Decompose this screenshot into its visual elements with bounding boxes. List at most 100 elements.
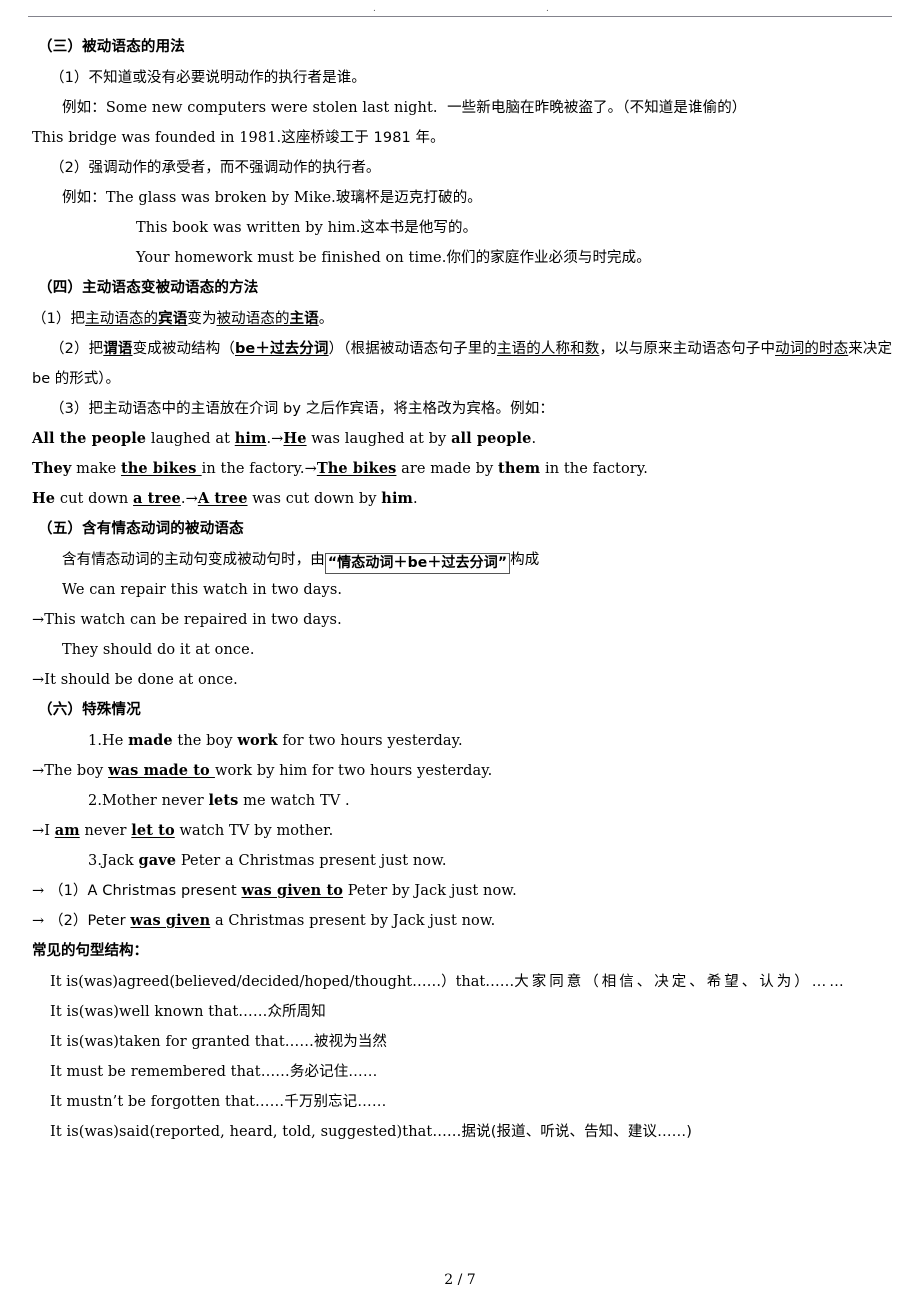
special-case-3-result-2: → （2）Peter was given a Christmas present…	[28, 906, 892, 936]
example-en-5: Your homework must be finished on time.	[136, 250, 447, 266]
pattern-line-6: It is(was)said(reported, heard, told, su…	[28, 1117, 892, 1147]
ex-a-text-8: .	[531, 431, 537, 447]
example-line-4: This book was written by him.这本书是他写的。	[28, 213, 892, 243]
case-1-result-boldunder: was made to	[108, 762, 215, 779]
ex-b-boldunder-5: The bikes	[316, 460, 397, 477]
ex-b-text-8: in the factory.	[540, 461, 648, 477]
ex-c-bold-1: He	[32, 490, 56, 507]
rule-2-part-d: ，以与原来主动语态句子中	[599, 341, 776, 357]
example-cn-2: 这座桥竣工于 1981 年。	[281, 130, 445, 146]
pattern-5-en: It mustn’t be forgotten that……	[50, 1094, 285, 1110]
pattern-line-1: It is(was)agreed(believed/decided/hoped/…	[28, 967, 892, 997]
arrow-icon-e: →	[32, 672, 45, 688]
ex-a-boldunder-5: He	[283, 430, 307, 447]
pattern-3-cn: 被视为当然	[314, 1034, 388, 1050]
case-3-result-2-b: a Christmas present by Jack just now.	[210, 913, 496, 929]
ex-b-text-6: are made by	[396, 461, 499, 477]
pattern-line-5: It mustn’t be forgotten that……千万别忘记……	[28, 1087, 892, 1117]
special-case-3: 3.Jack gave Peter a Christmas present ju…	[28, 846, 892, 876]
section-heading-5: （五）含有情态动词的被动语态	[38, 521, 244, 537]
ex-a-bold-1: All the people	[32, 430, 147, 447]
ex-a-boldunder-3: him	[234, 430, 267, 447]
ex-c-boldunder-5: A tree	[197, 490, 248, 507]
section-5-result-1: →This watch can be repaired in two days.	[28, 605, 892, 635]
arrow-icon-d: →	[32, 612, 45, 628]
rule-2-underline-2: 动词的时态	[775, 341, 849, 357]
pattern-line-3: It is(was)taken for granted that……被视为当然	[28, 1027, 892, 1057]
arrow-icon-f: →	[32, 763, 45, 779]
ex-a-text-6: was laughed at by	[306, 431, 452, 447]
case-1-text-b: the boy	[172, 733, 238, 749]
header-mark-right: .	[546, 4, 549, 14]
rule-1-part-b: 变为	[187, 311, 217, 327]
case-2-result-a: I	[44, 823, 55, 839]
case-1-text-a: 1.He	[88, 733, 129, 749]
section-heading-4: （四）主动语态变被动语态的方法	[38, 280, 259, 296]
ex-c-boldunder-3: a tree	[133, 490, 181, 507]
section-3-point-1: （1）不知道或没有必要说明动作的执行者是谁。	[50, 70, 366, 86]
case-3-bold-1: gave	[138, 852, 177, 869]
case-2-text-a: 2.Mother never	[88, 793, 209, 809]
special-case-1-result: →The boy was made to work by him for two…	[28, 756, 892, 786]
pattern-4-cn: 务必记住……	[289, 1064, 378, 1080]
ex-c-text-2: cut down	[55, 491, 134, 507]
section-5-example-2: They should do it at once.	[62, 642, 255, 658]
example-en-2: This bridge was founded in 1981.	[32, 130, 282, 146]
arrow-icon-h: →	[32, 883, 45, 899]
special-case-2-result: →I am never let to watch TV by mother.	[28, 816, 892, 846]
header-mark-left: .	[373, 4, 376, 14]
page-footer: 2 / 7	[0, 1272, 920, 1288]
arrow-icon-i: →	[32, 913, 45, 929]
example-cn-1: 一些新电脑在昨晚被盗了。（不知道是谁偷的）	[447, 100, 747, 116]
patterns-heading: 常见的句型结构：	[32, 943, 148, 959]
section-5-result-2: →It should be done at once.	[28, 665, 892, 695]
transform-example-b: They make the bikes in the factory.→The …	[28, 454, 892, 484]
rule-1-part-a: （1）把	[32, 311, 86, 327]
transform-example-c: He cut down a tree. →A tree was cut down …	[28, 484, 892, 514]
section-5-intro-a: 含有情态动词的主动句变成被动句时，由	[62, 552, 325, 568]
ex-c-text-8: .	[413, 491, 418, 507]
page-header: . .	[28, 0, 892, 22]
modal-structure-box: “情态动词＋be＋过去分词”	[324, 553, 511, 574]
section-5-example-1: We can repair this watch in two days.	[62, 582, 343, 598]
example-line-1: 例如：Some new computers were stolen last n…	[28, 93, 892, 123]
ex-a-text-2: laughed at	[146, 431, 235, 447]
document-body: （三）被动语态的用法 （1）不知道或没有必要说明动作的执行者是谁。 例如：Som…	[28, 22, 892, 1147]
rule-2-part-b: 变成被动结构（	[132, 341, 236, 357]
case-3-result-1-a: （1）A Christmas present	[48, 883, 242, 899]
pattern-6-cn: 据说(报道、听说、告知、建议……)	[461, 1124, 693, 1140]
case-3-result-1-b: Peter by Jack just now.	[343, 883, 517, 899]
example-label-1: 例如：	[62, 100, 106, 116]
pattern-3-en: It is(was)taken for granted that……	[50, 1034, 315, 1050]
case-3-result-1-boldunder: was given to	[241, 882, 344, 899]
case-2-result-boldunder-2: let to	[131, 822, 175, 839]
section-5-intro-b: 构成	[510, 552, 540, 568]
case-3-text-b: Peter a Christmas present just now.	[176, 853, 447, 869]
ex-b-bold-7: them	[498, 460, 541, 477]
example-line-2: This bridge was founded in 1981.这座桥竣工于 1…	[28, 123, 892, 153]
rule-1-underline-1: 主动语态的	[85, 311, 159, 327]
pattern-line-4: It must be remembered that……务必记住……	[28, 1057, 892, 1087]
section-4-rule-1: （1）把主动语态的宾语变为被动语态的主语。	[28, 304, 892, 334]
special-case-1: 1.He made the boy work for two hours yes…	[28, 726, 892, 756]
ex-c-bold-7: him	[381, 490, 413, 507]
ex-b-text-2: make	[71, 461, 121, 477]
section-heading-6: （六）特殊情况	[38, 702, 141, 718]
rule-2-part-c: ）（根据被动语态句子里的	[328, 341, 497, 357]
case-2-result-b: never	[79, 823, 132, 839]
case-1-result-a: The boy	[44, 763, 109, 779]
case-2-text-b: me watch TV .	[238, 793, 350, 809]
section-4-rule-3: （3）把主动语态中的主语放在介词 by 之后作宾语，将主格改为宾格。例如：	[50, 401, 554, 417]
rule-1-part-c: 。	[318, 311, 334, 327]
header-divider	[28, 16, 892, 17]
rule-1-bold-2: 主语	[289, 311, 319, 327]
pattern-5-cn: 千万别忘记……	[284, 1094, 387, 1110]
section-heading-3: （三）被动语态的用法	[38, 39, 185, 55]
section-5-intro: 含有情态动词的主动句变成被动句时，由 “情态动词＋be＋过去分词” 构成	[28, 545, 892, 575]
pattern-4-en: It must be remembered that……	[50, 1064, 290, 1080]
example-label-3: 例如：	[62, 190, 106, 206]
transform-example-a: All the people laughed at him. →He was la…	[28, 424, 892, 454]
rule-2-part-a: （2）把	[50, 341, 104, 357]
ex-b-text-4: in the factory.	[201, 461, 305, 477]
example-en-4: This book was written by him.	[136, 220, 361, 236]
